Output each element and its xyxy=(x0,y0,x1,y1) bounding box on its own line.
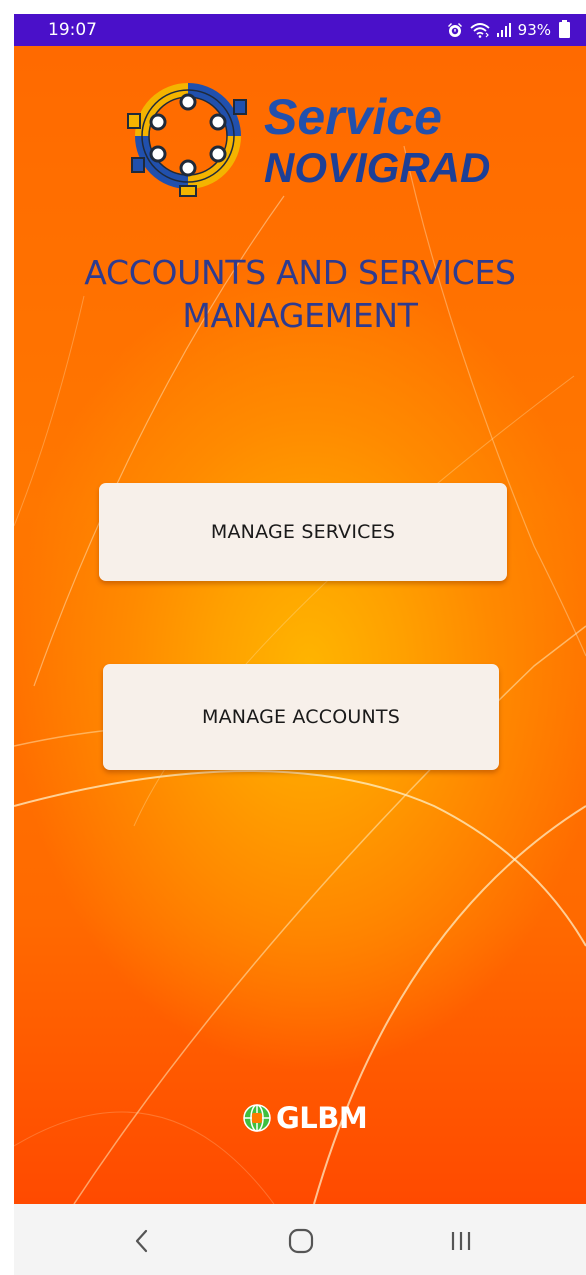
background-waves xyxy=(14,145,586,1204)
manage-services-label: MANAGE SERVICES xyxy=(210,521,396,543)
page-title-line2: MANAGEMENT xyxy=(182,296,418,335)
navigation-bar xyxy=(14,1204,586,1275)
manage-accounts-button[interactable]: MANAGE ACCOUNTS xyxy=(103,664,499,770)
logo-text-service: Service xyxy=(264,89,442,145)
manage-services-button[interactable]: MANAGE SERVICES xyxy=(99,483,507,581)
signal-icon xyxy=(496,23,511,37)
status-time: 19:07 xyxy=(48,20,97,40)
manage-accounts-label: MANAGE ACCOUNTS xyxy=(202,706,400,728)
gears-network-icon xyxy=(127,83,247,197)
recent-apps-icon xyxy=(451,1232,471,1250)
glbm-brand-text: GLBM xyxy=(276,1101,368,1135)
app-screen: Service NOVIGRAD ACCOUNTS AND SERVICES M… xyxy=(14,46,586,1204)
page-title-line1: ACCOUNTS AND SERVICES xyxy=(84,253,516,292)
battery-icon xyxy=(559,20,570,38)
recent-apps-button[interactable] xyxy=(441,1226,481,1256)
status-bar: 19:07 93% xyxy=(14,14,586,46)
logo-text-novigrad: NOVIGRAD xyxy=(264,144,491,191)
wifi-icon xyxy=(470,23,490,38)
alarm-icon xyxy=(447,23,462,37)
battery-percent: 93% xyxy=(517,21,551,39)
globe-icon xyxy=(243,1104,271,1132)
status-icons: 93% xyxy=(446,20,570,39)
page-title: ACCOUNTS AND SERVICES MANAGEMENT xyxy=(14,251,586,337)
service-novigrad-logo: Service NOVIGRAD xyxy=(124,74,494,204)
back-button[interactable] xyxy=(122,1226,162,1256)
home-button[interactable] xyxy=(281,1226,321,1256)
back-icon xyxy=(135,1229,148,1253)
glbm-logo: GLBM xyxy=(242,1101,368,1135)
home-icon xyxy=(288,1228,314,1254)
